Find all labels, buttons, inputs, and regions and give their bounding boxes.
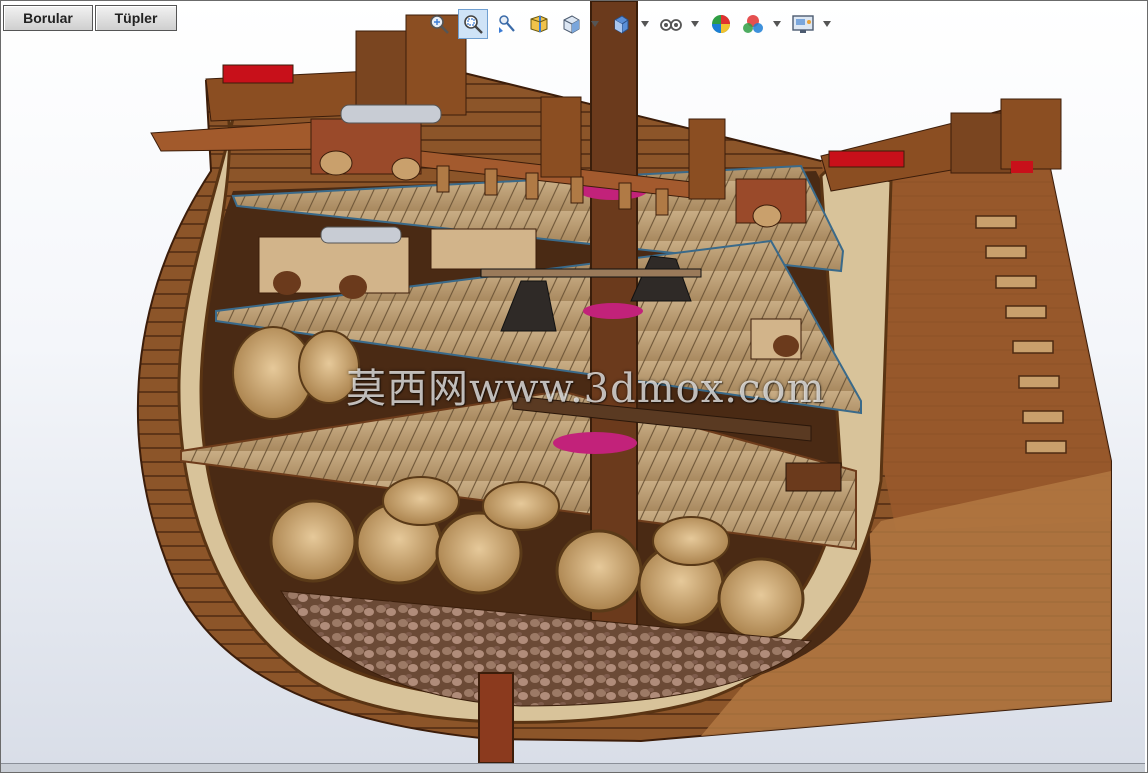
status-strip <box>1 763 1145 772</box>
chevron-down-icon <box>691 21 699 27</box>
chevron-down-icon <box>823 21 831 27</box>
hide-show-items-icon <box>660 19 682 31</box>
feature-tabs: Borular Tüpler <box>3 5 177 31</box>
tab-tupler[interactable]: Tüpler <box>95 5 177 31</box>
tab-borular[interactable]: Borular <box>3 5 93 31</box>
zoom-to-fit-icon <box>430 15 449 34</box>
view-orientation-button[interactable] <box>558 11 584 37</box>
view-settings-dropdown[interactable] <box>822 11 832 37</box>
hide-show-items-dropdown[interactable] <box>690 11 700 37</box>
zoom-to-area-button[interactable] <box>458 8 488 39</box>
display-style-button[interactable] <box>608 11 634 37</box>
apply-scene-button[interactable] <box>740 11 766 37</box>
cannon-upper-right <box>735 178 807 228</box>
edit-appearance-icon <box>712 15 730 33</box>
chevron-down-icon <box>773 21 781 27</box>
display-style-dropdown[interactable] <box>640 11 650 37</box>
previous-view-button[interactable] <box>494 11 520 37</box>
view-settings-button[interactable] <box>790 11 816 37</box>
graphics-viewport[interactable]: 莫西网www.3dmox.com Borular Tüpler <box>1 1 1145 763</box>
section-view-icon <box>530 15 548 33</box>
section-view-button[interactable] <box>526 11 552 37</box>
apply-scene-dropdown[interactable] <box>772 11 782 37</box>
view-orientation-dropdown[interactable] <box>590 11 600 37</box>
heads-up-view-toolbar <box>426 8 840 39</box>
chevron-down-icon <box>591 21 599 27</box>
display-style-icon <box>614 15 629 34</box>
watermark-text: 莫西网www.3dmox.com <box>346 366 826 412</box>
zoom-to-area-icon <box>464 14 483 34</box>
chevron-down-icon <box>641 21 649 27</box>
hide-show-items-button[interactable] <box>658 11 684 37</box>
zoom-to-fit-button[interactable] <box>426 11 452 37</box>
apply-scene-icon <box>743 15 763 33</box>
previous-view-icon <box>499 15 515 33</box>
view-settings-icon <box>792 15 814 33</box>
keel <box>478 672 514 763</box>
edit-appearance-button[interactable] <box>708 11 734 37</box>
view-orientation-icon <box>563 15 580 34</box>
